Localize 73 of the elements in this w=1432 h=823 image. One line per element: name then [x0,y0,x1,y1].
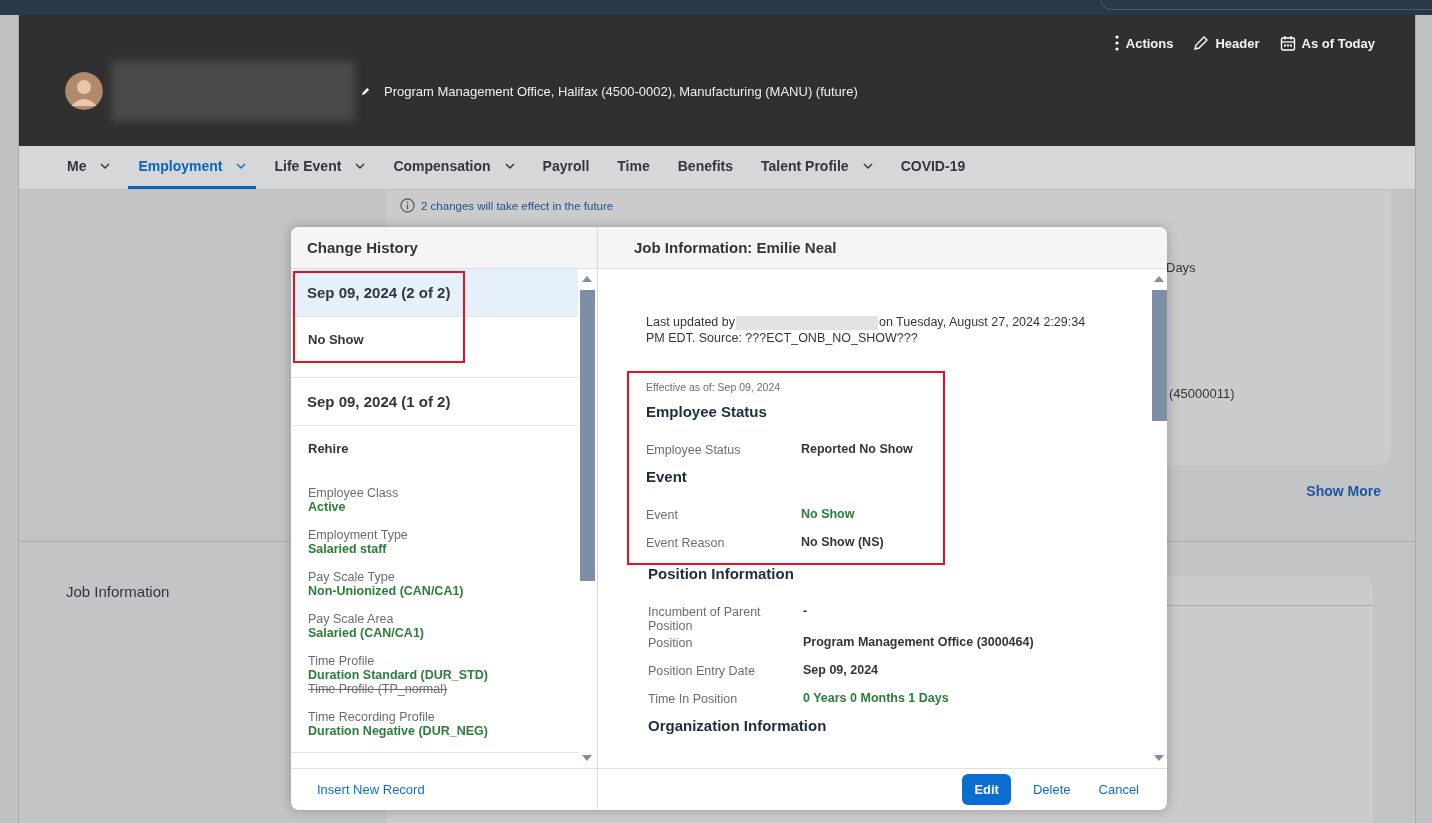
field-label: Incumbent of Parent Position [648,604,762,633]
field-value: No Show [801,506,855,521]
scrollbar-thumb[interactable] [1152,290,1167,421]
field-label: Pay Scale Area [308,612,395,626]
field-value: 0 Years 0 Months 1 Days [803,690,949,705]
field-value: Duration Negative (DUR_NEG) [308,724,489,738]
previous-value: Time Profile (TP_normal) [308,682,449,696]
nav-tab[interactable]: Payroll [532,146,600,189]
nav-tab[interactable]: Me [57,146,121,189]
section-heading: Employee Status [646,403,767,420]
nav-tab[interactable]: Benefits [667,146,743,189]
footer-button[interactable]: Delete [1020,774,1083,805]
field-label: Time In Position [648,691,739,706]
dialog-title: Job Information: Emilie Neal [634,239,837,256]
history-entry[interactable]: Sep 09, 2024 (2 of 2) [291,269,578,317]
calendar-icon [1279,35,1296,51]
field-value: No Show (NS) [801,534,884,549]
field-label: Employee Status [646,442,742,457]
info-icon [400,198,415,213]
header-action-button[interactable]: Actions [1113,35,1174,51]
field-value: Active [308,500,347,514]
insert-record-link[interactable]: Insert New Record [291,782,425,797]
field-label: Employee Class [308,486,400,500]
nav-tab[interactable]: Life Event [264,146,376,189]
scrollbar-thumb[interactable] [580,290,595,581]
more-icon [1113,35,1120,51]
avatar [65,72,103,110]
nav-tab[interactable]: Employment [128,146,257,189]
effective-date-text: Effective as of: Sep 09, 2024 [646,381,782,393]
field-label: Event [646,507,679,522]
field-value: Duration Standard (DUR_STD) [308,668,489,682]
field-value: Non-Unionized (CAN/CA1) [308,584,465,598]
last-updated-text: Last updated by on Tuesday, August 27, 2024 2:29:34 PM EDT. Source: ???ECT_ONB_NO_SHOW??? [646,314,1087,346]
field-label: Event Reason [646,535,726,550]
field-value: Days [1166,260,1196,275]
event-name: Rehire [308,441,349,456]
field-label: Employment Type [308,528,409,542]
field-value: Sep 09, 2024 [803,662,879,677]
history-entry[interactable]: Sep 09, 2024 (1 of 2) [291,378,578,426]
nav-tab[interactable]: Time [607,146,660,189]
section-title: Job Information [66,583,170,600]
field-value: Salaried staff [308,542,388,556]
edit-button[interactable]: Edit [962,774,1011,805]
notice-text: 2 changes will take effect in the future [421,199,614,212]
header-action-button[interactable]: As of Today [1279,35,1375,51]
footer-button[interactable]: Cancel [1086,774,1151,805]
org-assignment-text: Program Management Office, Halifax (4500-0002), Manufacturing (MANU) (future) [384,83,858,99]
field-label: Time Profile [308,654,376,668]
nav-tab[interactable]: Talent Profile [751,146,883,189]
field-value: Salaried (CAN/CA1) [308,626,425,640]
scroll-down-icon[interactable] [1154,755,1164,761]
field-value: Program Management Office (3000464) [803,634,1034,649]
scroll-down-icon[interactable] [582,755,592,761]
event-name: No Show [308,332,364,347]
panel-title: Change History [307,239,418,256]
header-action-button[interactable]: Header [1193,35,1260,51]
field-value: - [803,603,808,618]
show-more-link[interactable]: Show More [1306,483,1381,499]
pencil-icon [1193,35,1210,51]
field-label: Position [648,635,694,650]
field-value: (45000011) [1169,386,1235,401]
pencil-icon[interactable] [361,86,370,96]
field-value: Reported No Show [801,441,913,456]
section-heading: Organization Information [648,717,827,734]
field-label: Position Entry Date [648,663,756,678]
field-label: Time Recording Profile [308,710,436,724]
scroll-up-icon[interactable] [582,276,592,282]
nav-tab[interactable]: Compensation [383,146,525,189]
section-heading: Event [646,468,687,485]
field-label: Pay Scale Type [308,570,396,584]
nav-tab[interactable]: COVID-19 [890,146,976,189]
section-heading: Position Information [648,565,794,582]
scroll-up-icon[interactable] [1154,276,1164,282]
